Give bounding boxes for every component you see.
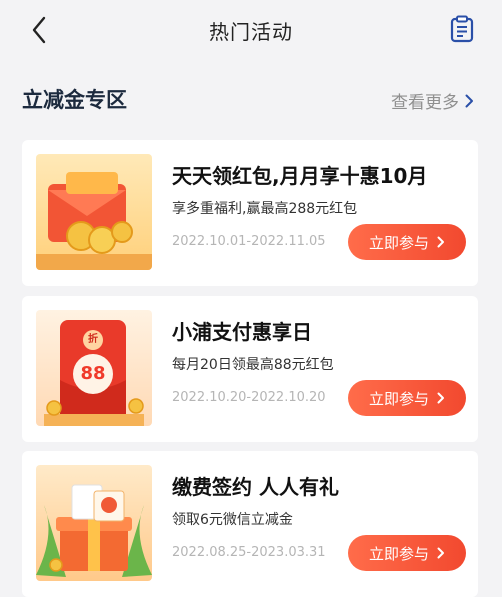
back-arrow-icon — [32, 16, 46, 44]
activity-title: 天天领红包,月月享十惠10月 — [172, 164, 428, 188]
activity-desc: 领取6元微信立减金 — [172, 512, 293, 528]
view-more-label: 查看更多 — [391, 93, 459, 113]
join-button[interactable]: 立即参与 — [348, 380, 466, 416]
activity-date: 2022.10.20-2022.10.20 — [172, 390, 326, 405]
page-title: 热门活动 — [209, 19, 293, 44]
clipboard-icon — [450, 15, 474, 43]
chevron-right-icon — [437, 392, 444, 404]
join-label: 立即参与 — [368, 389, 429, 408]
activity-date: 2022.08.25-2023.03.31 — [172, 545, 326, 560]
activity-desc: 享多重福利,赢最高288元红包 — [172, 201, 358, 217]
chevron-right-icon — [437, 236, 444, 248]
activity-date: 2022.10.01-2022.11.05 — [172, 234, 326, 249]
join-button[interactable]: 立即参与 — [348, 535, 466, 571]
join-label: 立即参与 — [368, 233, 429, 252]
activity-desc: 每月20日领最高88元红包 — [172, 357, 334, 373]
join-label: 立即参与 — [368, 544, 429, 563]
chevron-right-icon — [437, 547, 444, 559]
section-title: 立减金专区 — [22, 88, 127, 112]
section-header: 立减金专区 查看更多 — [0, 78, 502, 118]
join-button[interactable]: 立即参与 — [348, 224, 466, 260]
red-packet-amount: 88 — [80, 363, 106, 384]
activity-thumbnail: 折 88 — [36, 310, 152, 426]
activity-card[interactable]: 折 88 小浦支付惠享日 每月20日领最高88元红包 2022.10.20-20… — [22, 296, 478, 442]
back-button[interactable] — [24, 14, 54, 46]
activity-thumbnail — [36, 154, 152, 270]
activity-title: 缴费签约 人人有礼 — [172, 475, 339, 499]
activity-card[interactable]: 缴费签约 人人有礼 领取6元微信立减金 2022.08.25-2023.03.3… — [22, 451, 478, 597]
view-more-link[interactable]: 查看更多 — [391, 88, 474, 113]
activity-thumbnail — [36, 465, 152, 581]
records-button[interactable] — [450, 15, 474, 43]
activity-card[interactable]: 天天领红包,月月享十惠10月 享多重福利,赢最高288元红包 2022.10.0… — [22, 140, 478, 286]
activity-title: 小浦支付惠享日 — [172, 320, 312, 344]
chevron-right-icon — [465, 94, 473, 107]
nav-bar: 热门活动 — [0, 0, 502, 60]
discount-badge: 折 — [88, 334, 98, 345]
